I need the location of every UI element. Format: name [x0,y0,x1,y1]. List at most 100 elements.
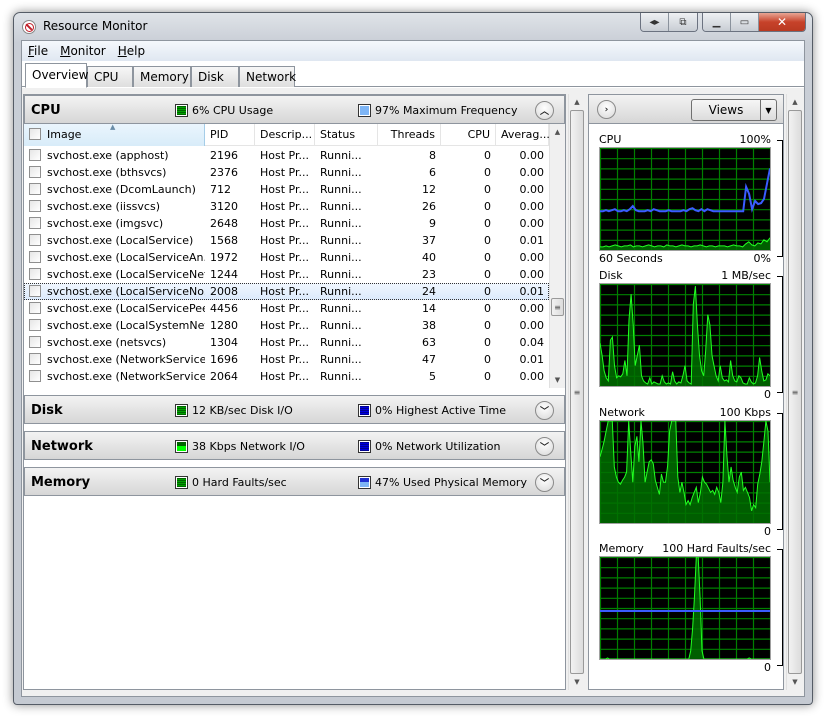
table-row[interactable]: svchost.exe (NetworkService) 1696 Host Pr.… [24,351,549,368]
graph-title: Memory [599,542,644,555]
graph-title: Network [599,406,645,419]
graph-time-label: 60 Seconds [599,252,663,265]
minimize-button[interactable]: ▁ [703,13,731,31]
menu-help[interactable]: Help [118,44,145,58]
column-header-image[interactable]: ▲ Image [24,124,205,146]
memory-section-header[interactable]: Memory 0 Hard Faults/sec 47% Used Physic… [24,467,565,496]
chevron-up-icon: ︿ [539,107,549,117]
cell-status: Runni... [320,319,362,332]
cell-threads: 23 [422,268,436,281]
menu-file[interactable]: File [28,44,48,58]
cell-status: Runni... [320,251,362,264]
table-row[interactable]: svchost.exe (apphost) 2196 Host Pr... Runni… [24,147,549,164]
graph-max-label: 100 Kbps [719,406,771,419]
column-header-pid[interactable]: PID [205,124,255,146]
scroll-down-icon[interactable]: ▼ [550,372,565,388]
table-row[interactable]: svchost.exe (netsvcs) 1304 Host Pr... Runni… [24,334,549,351]
row-checkbox[interactable] [29,234,41,246]
table-row[interactable]: svchost.exe (LocalServiceNet... 1244 Host … [24,266,549,283]
table-scroll-thumb[interactable]: ≡ [551,298,564,316]
row-checkbox[interactable] [29,183,41,195]
scroll-up-icon[interactable]: ▲ [550,124,565,140]
column-header-threads[interactable]: Threads [378,124,441,146]
graph-cpu: CPU 100% 60 Seconds 0% [599,133,783,265]
table-row[interactable]: svchost.exe (LocalServicePee... 4456 Host … [24,300,549,317]
minimize-icon: ▁ [712,16,721,28]
graph-min-label: 0 [764,525,771,538]
table-row[interactable]: svchost.exe (bthsvcs) 2376 Host Pr... Runni… [24,164,549,181]
expand-memory-button[interactable]: ﹀ [535,473,554,492]
expand-network-button[interactable]: ﹀ [535,437,554,456]
scroll-up-icon[interactable]: ▲ [787,94,803,110]
resource-monitor-window: Resource Monitor ◂▸ ⧉ ▁ ▭ ✕ File Monitor H… [13,12,813,705]
cell-image: svchost.exe (LocalServicePee... [24,302,205,315]
row-checkbox[interactable] [29,166,41,178]
cell-pid: 1244 [210,268,238,281]
table-row[interactable]: svchost.exe (DcomLaunch) 712 Host Pr... Run… [24,181,549,198]
column-header-average-cpu[interactable]: Averag... [496,124,550,146]
scale-bracket [777,413,783,530]
row-checkbox[interactable] [29,370,41,382]
table-row[interactable]: svchost.exe (LocalService) 1568 Host Pr...… [24,232,549,249]
tab-disk[interactable]: Disk [191,66,239,87]
row-checkbox[interactable] [29,319,41,331]
restore-left-icon[interactable]: ◂▸ [641,13,669,31]
table-row[interactable]: svchost.exe (LocalSystemNet... 1280 Host P… [24,317,549,334]
table-row[interactable]: svchost.exe (imgsvc) 2648 Host Pr... Runni.… [24,215,549,232]
row-checkbox[interactable] [29,251,41,263]
scroll-up-icon[interactable]: ▲ [569,94,585,110]
row-checkbox[interactable] [29,268,41,280]
dock-icon[interactable]: ⧉ [669,13,697,31]
tab-overview[interactable]: Overview [25,63,89,88]
column-header-description[interactable]: Descrip... [255,124,315,146]
hard-faults-legend-swatch [175,476,188,489]
row-checkbox[interactable] [29,302,41,314]
maximize-button[interactable]: ▭ [731,13,759,31]
column-header-status[interactable]: Status [315,124,378,146]
row-checkbox[interactable] [29,217,41,229]
cell-avg: 0.00 [519,200,545,213]
cpu-section-title: CPU [31,103,61,118]
graphs-pane-header: › Views ▼ [589,95,783,124]
row-checkbox[interactable] [29,336,41,348]
disk-section-header[interactable]: Disk 12 KB/sec Disk I/O 0% Highest Activ… [24,395,565,424]
graphs-scroll-thumb[interactable]: ≡ [788,110,802,674]
network-section-header[interactable]: Network 38 Kbps Network I/O 0% Network U… [24,431,565,460]
graph-svg [600,284,770,386]
tab-memory[interactable]: Memory [133,66,191,87]
cell-threads: 40 [422,251,436,264]
cpu-section-header[interactable]: CPU 6% CPU Usage 97% Maximum Frequency ︿ [24,95,565,124]
tab-cpu[interactable]: CPU [87,66,133,87]
row-checkbox[interactable] [29,285,41,297]
disk-io-legend-swatch [175,404,188,417]
expand-disk-button[interactable]: ﹀ [535,401,554,420]
scroll-down-icon[interactable]: ▼ [787,674,803,690]
collapse-cpu-button[interactable]: ︿ [535,101,554,120]
table-row[interactable]: svchost.exe (LocalServiceAn... 1972 Host P… [24,249,549,266]
collapse-graphs-button[interactable]: › [597,100,616,119]
left-pane-scroll-thumb[interactable]: ≡ [570,110,584,674]
graphs-pane-scrollbar[interactable]: ▲ ≡ ▼ [786,94,803,690]
scroll-down-icon[interactable]: ▼ [569,674,585,690]
dropdown-arrow-icon[interactable]: ▼ [760,100,776,120]
network-io-legend-swatch [175,440,188,453]
table-row[interactable]: svchost.exe (iissvcs) 3120 Host Pr... Runni… [24,198,549,215]
menu-monitor[interactable]: Monitor [60,44,106,58]
table-row[interactable]: svchost.exe (LocalServiceNo... 2008 Host P… [24,283,549,300]
tab-network[interactable]: Network [239,66,296,87]
table-row[interactable]: svchost.exe (NetworkService... 2064 Host P… [24,368,549,385]
close-button[interactable]: ✕ [759,13,805,31]
graph-canvas [599,147,771,251]
views-dropdown-button[interactable]: Views ▼ [691,99,777,121]
row-checkbox[interactable] [29,353,41,365]
cell-pid: 1280 [210,319,238,332]
column-header-cpu[interactable]: CPU [441,124,496,146]
row-checkbox[interactable] [29,200,41,212]
title-bar[interactable]: Resource Monitor ◂▸ ⧉ ▁ ▭ ✕ [14,13,812,40]
table-scrollbar[interactable]: ▲ ≡ ▼ [549,124,565,388]
cell-status: Runni... [320,149,362,162]
cell-avg: 0.01 [519,353,545,366]
select-all-checkbox[interactable] [29,128,41,140]
left-pane-scrollbar[interactable]: ▲ ≡ ▼ [568,94,585,690]
row-checkbox[interactable] [29,149,41,161]
